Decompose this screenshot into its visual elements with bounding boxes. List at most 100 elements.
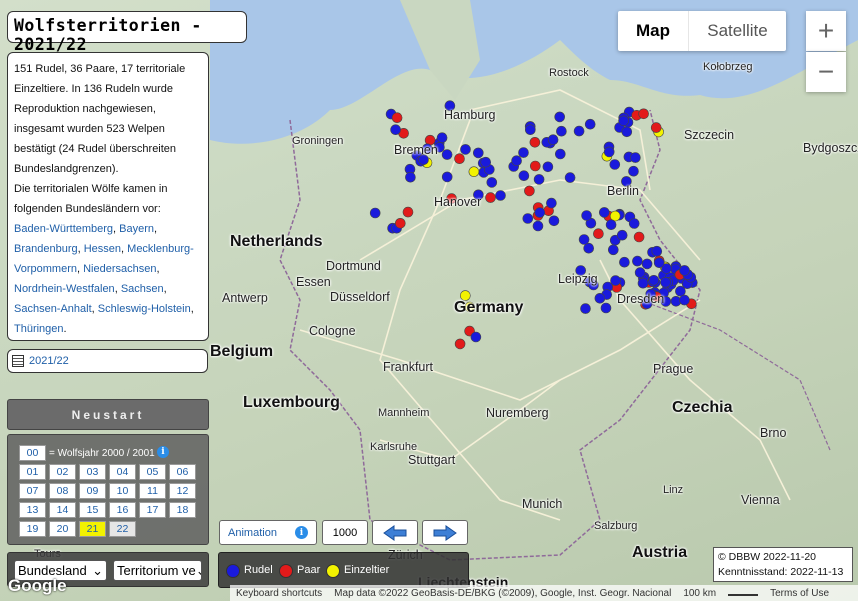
territory-marker[interactable] xyxy=(529,137,541,148)
year-button-11[interactable]: 11 xyxy=(139,483,166,499)
territory-marker[interactable] xyxy=(554,111,566,123)
territory-marker[interactable] xyxy=(495,190,506,201)
territory-marker[interactable] xyxy=(600,302,612,314)
territory-marker[interactable] xyxy=(554,148,566,160)
territory-marker[interactable] xyxy=(648,274,660,286)
territory-marker[interactable] xyxy=(470,331,482,343)
territory-marker[interactable] xyxy=(594,292,606,304)
state-link-bayern[interactable]: Bayern xyxy=(119,223,154,235)
territory-marker[interactable] xyxy=(524,185,535,197)
year-button-22[interactable]: 22 xyxy=(109,521,136,537)
state-link-sachsen-anhalt[interactable]: Sachsen-Anhalt xyxy=(14,303,92,315)
year-button-04[interactable]: 04 xyxy=(109,464,136,480)
territory-marker[interactable] xyxy=(518,147,529,158)
restart-button[interactable]: Neustart xyxy=(7,399,209,430)
state-link-sh[interactable]: Schleswig-Holstein xyxy=(98,303,191,315)
territory-marker[interactable] xyxy=(394,218,406,229)
territory-marker[interactable] xyxy=(628,165,639,177)
state-link-niedersachsen[interactable]: Niedersachsen xyxy=(83,263,156,275)
territory-marker[interactable] xyxy=(675,285,686,297)
territory-marker[interactable] xyxy=(546,197,557,209)
year-button-06[interactable]: 06 xyxy=(169,464,196,480)
territory-marker[interactable] xyxy=(621,126,633,138)
year-button-17[interactable]: 17 xyxy=(139,502,166,518)
territory-marker[interactable] xyxy=(522,213,534,224)
territory-marker[interactable] xyxy=(518,170,530,181)
territory-marker[interactable] xyxy=(548,215,560,227)
year-button-18[interactable]: 18 xyxy=(169,502,196,518)
territory-marker[interactable] xyxy=(581,210,592,221)
season-display[interactable]: 2021/22 xyxy=(7,349,208,373)
territory-marker[interactable] xyxy=(534,207,546,218)
territory-marker[interactable] xyxy=(651,245,663,257)
territory-marker[interactable] xyxy=(405,171,416,183)
year-button-00[interactable]: 00 xyxy=(19,445,46,461)
territory-marker[interactable] xyxy=(460,144,471,155)
year-button-13[interactable]: 13 xyxy=(19,502,46,518)
territory-marker[interactable] xyxy=(637,277,649,289)
territory-marker[interactable] xyxy=(454,338,466,350)
state-link-bw[interactable]: Baden-Württemberg xyxy=(14,223,113,235)
territory-marker[interactable] xyxy=(619,256,630,268)
territory-marker[interactable] xyxy=(616,229,628,241)
territory-marker[interactable] xyxy=(593,228,604,239)
territory-marker[interactable] xyxy=(605,219,617,230)
territory-marker[interactable] xyxy=(529,160,541,172)
territory-marker[interactable] xyxy=(532,220,544,232)
territory-marker[interactable] xyxy=(633,231,645,243)
state-link-thueringen[interactable]: Thüringen xyxy=(14,323,64,335)
territory-marker[interactable] xyxy=(486,177,498,188)
territory-marker[interactable] xyxy=(638,108,649,120)
territory-marker[interactable] xyxy=(472,147,484,159)
territory-marker[interactable] xyxy=(436,132,448,143)
territory-marker[interactable] xyxy=(441,171,453,183)
year-button-08[interactable]: 08 xyxy=(49,483,76,499)
territory-marker[interactable] xyxy=(547,134,559,145)
state-link-sachsen[interactable]: Sachsen xyxy=(121,283,164,295)
year-button-21-selected[interactable]: 21 xyxy=(79,521,106,537)
info-icon[interactable]: i xyxy=(157,446,169,458)
territory-marker[interactable] xyxy=(630,152,641,163)
year-button-10[interactable]: 10 xyxy=(109,483,136,499)
zoom-in-button[interactable]: + xyxy=(806,11,846,51)
territory-marker[interactable] xyxy=(650,122,662,133)
year-button-20[interactable]: 20 xyxy=(49,521,76,537)
territory-marker[interactable] xyxy=(524,124,536,135)
territory-marker[interactable] xyxy=(564,172,576,183)
territory-marker[interactable] xyxy=(369,207,381,219)
year-button-16[interactable]: 16 xyxy=(109,502,136,518)
territory-marker[interactable] xyxy=(390,124,401,135)
prev-year-button[interactable] xyxy=(372,520,418,545)
territory-marker[interactable] xyxy=(391,112,403,123)
state-link-hessen[interactable]: Hessen xyxy=(84,243,121,255)
next-year-button[interactable] xyxy=(422,520,468,545)
territory-marker[interactable] xyxy=(598,207,610,218)
animation-button[interactable]: Animation i xyxy=(219,520,317,545)
terms-link[interactable]: Terms of Use xyxy=(770,588,829,599)
territory-marker[interactable] xyxy=(584,118,596,130)
territory-marker[interactable] xyxy=(511,155,522,166)
territory-marker[interactable] xyxy=(485,192,496,203)
territory-marker[interactable] xyxy=(578,234,590,245)
year-button-14[interactable]: 14 xyxy=(49,502,76,518)
territory-marker[interactable] xyxy=(618,115,629,127)
year-button-03[interactable]: 03 xyxy=(79,464,106,480)
year-button-09[interactable]: 09 xyxy=(79,483,106,499)
territory-marker[interactable] xyxy=(653,257,665,269)
year-button-15[interactable]: 15 xyxy=(79,502,106,518)
territory-marker[interactable] xyxy=(480,156,492,168)
territory-marker[interactable] xyxy=(679,294,690,306)
territory-marker[interactable] xyxy=(441,149,453,160)
satellite-button[interactable]: Satellite xyxy=(688,11,786,51)
territory-marker[interactable] xyxy=(634,267,646,278)
state-link-brandenburg[interactable]: Brandenburg xyxy=(14,243,78,255)
zoom-out-button[interactable]: − xyxy=(806,52,846,92)
state-link-nrw[interactable]: Nordrhein-Westfalen xyxy=(14,283,115,295)
territory-marker[interactable] xyxy=(533,174,545,185)
territory-marker[interactable] xyxy=(603,146,615,158)
territory-marker[interactable] xyxy=(607,244,619,256)
speed-input[interactable]: 1000 xyxy=(322,520,368,545)
territory-marker[interactable] xyxy=(583,242,595,254)
year-button-19[interactable]: 19 xyxy=(19,521,46,537)
unit-select[interactable]: Territorium ve ⌄ xyxy=(113,560,202,581)
